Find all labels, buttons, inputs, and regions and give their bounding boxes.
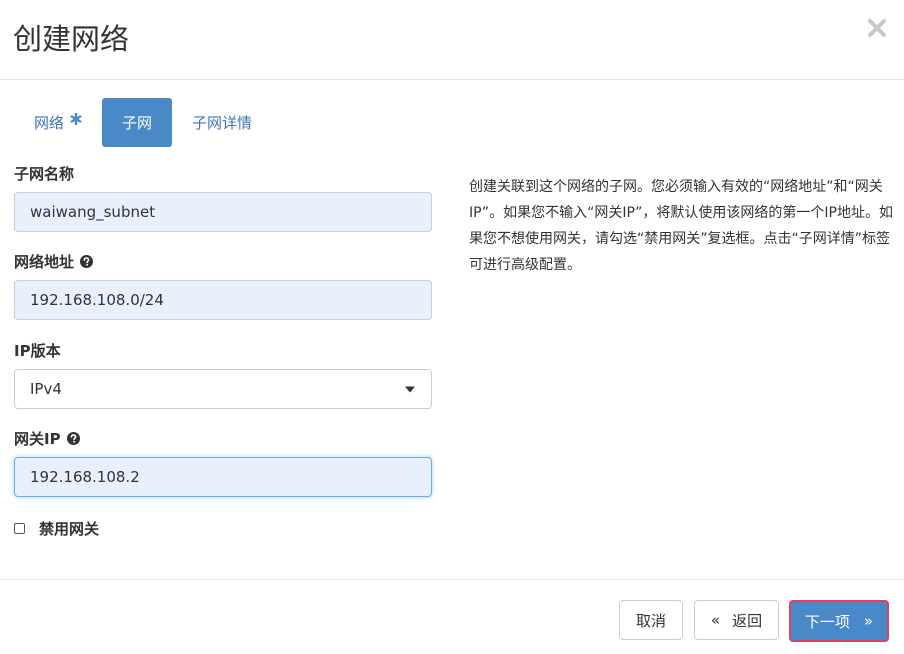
tab-subnet[interactable]: 子网 xyxy=(102,98,173,147)
modal-footer: 取消 « 返回 下一项 » xyxy=(0,579,904,654)
modal-header: 创建网络 xyxy=(0,0,904,80)
double-chevron-right-icon: » xyxy=(863,612,874,630)
gateway-ip-label: 网关IP xyxy=(14,428,80,449)
tab-network-label: 网络 xyxy=(34,114,65,132)
ip-version-label-text: IP版本 xyxy=(14,342,61,360)
disable-gateway-checkbox[interactable] xyxy=(14,523,25,534)
gateway-ip-label-text: 网关IP xyxy=(14,430,61,448)
question-circle-icon[interactable] xyxy=(66,432,80,445)
help-description: 创建关联到这个网络的子网。您必须输入有效的“网络地址”和“网关IP”。如果您不输… xyxy=(469,179,893,273)
network-address-label: 网络地址 xyxy=(14,251,94,272)
wizard-tabs: 网络 子网 子网详情 xyxy=(14,98,272,147)
disable-gateway-label[interactable]: 禁用网关 xyxy=(39,518,99,539)
caret-down-icon xyxy=(404,386,416,393)
required-asterisk-icon xyxy=(70,112,82,125)
network-address-input[interactable] xyxy=(14,280,432,320)
back-button[interactable]: « 返回 xyxy=(694,600,779,640)
cancel-button-label: 取消 xyxy=(635,611,666,630)
close-button[interactable] xyxy=(866,17,888,39)
disable-gateway-row: 禁用网关 xyxy=(14,518,99,539)
next-button-label: 下一项 xyxy=(804,612,850,631)
ip-version-label: IP版本 xyxy=(14,340,61,361)
ip-version-select[interactable]: IPv4 xyxy=(14,369,432,409)
subnet-name-input[interactable] xyxy=(14,192,432,232)
tab-network[interactable]: 网络 xyxy=(14,98,102,147)
gateway-ip-input[interactable] xyxy=(14,457,432,497)
next-button[interactable]: 下一项 » xyxy=(789,600,889,642)
subnet-name-label-text: 子网名称 xyxy=(14,165,75,183)
tab-subnet-details-label: 子网详情 xyxy=(192,114,253,132)
tab-subnet-details[interactable]: 子网详情 xyxy=(172,98,272,147)
subnet-name-label: 子网名称 xyxy=(14,163,74,184)
question-circle-icon[interactable] xyxy=(80,255,94,268)
ip-version-selected: IPv4 xyxy=(30,380,62,398)
tab-subnet-label: 子网 xyxy=(122,114,153,132)
create-network-modal: 创建网络 网络 子网 子网详情 子网名称 waiwang_subnet 网络地址… xyxy=(0,0,904,654)
back-button-label: 返回 xyxy=(732,611,763,630)
cancel-button[interactable]: 取消 xyxy=(619,600,683,640)
close-icon xyxy=(868,19,886,37)
modal-title: 创建网络 xyxy=(13,22,130,56)
network-address-label-text: 网络地址 xyxy=(14,253,75,271)
double-chevron-left-icon: « xyxy=(710,611,721,629)
